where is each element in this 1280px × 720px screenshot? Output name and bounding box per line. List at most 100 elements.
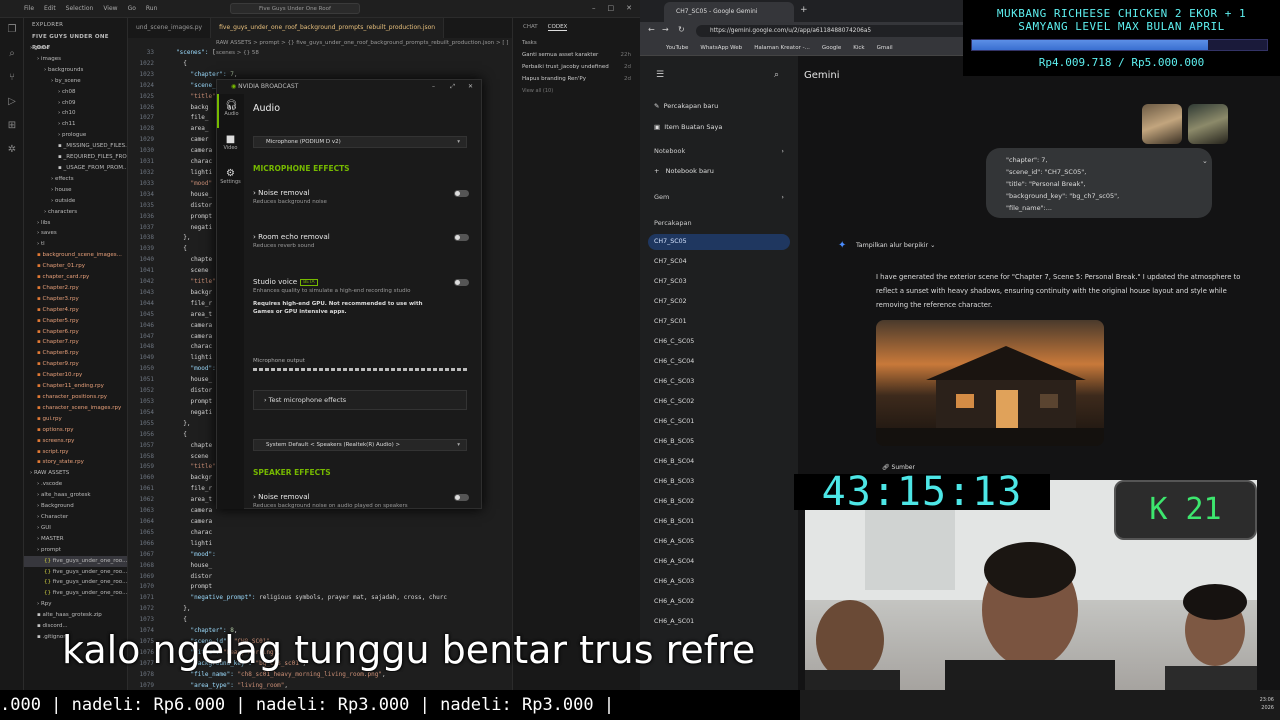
file-tree-item[interactable]: › images: [24, 54, 127, 65]
file-tree-item[interactable]: › saves: [24, 228, 127, 239]
file-tree-item[interactable]: ▪ Chapter10.rpy: [24, 370, 127, 381]
recent-chat-item[interactable]: CH7_SC02: [654, 298, 687, 305]
extensions-icon[interactable]: ⊞: [0, 114, 24, 138]
file-tree-item[interactable]: ▪ _USAGE_FROM_PROM...: [24, 163, 127, 174]
attached-image-thumb[interactable]: [1142, 104, 1182, 144]
close-icon[interactable]: ✕: [468, 80, 473, 94]
expand-icon[interactable]: ⌄: [1202, 157, 1208, 165]
recent-chat-item[interactable]: CH6_A_SC03: [654, 578, 694, 585]
bookmark[interactable]: WhatsApp Web: [700, 40, 742, 55]
file-tree-item[interactable]: ▪ Chapter_01.rpy: [24, 261, 127, 272]
file-tree-item[interactable]: ▪ character_scene_images.rpy: [24, 403, 127, 414]
recent-chat-item[interactable]: CH6_A_SC05: [654, 538, 694, 545]
back-icon[interactable]: ←: [648, 25, 655, 34]
maximize-icon[interactable]: □: [608, 4, 615, 12]
file-tree-item[interactable]: {} five_guys_under_one_roo...: [24, 588, 127, 599]
file-tree-item[interactable]: › alte_haas_grotesk: [24, 490, 127, 501]
file-tree-item[interactable]: › house: [24, 185, 127, 196]
file-tree-item[interactable]: ▪ Chapter9.rpy: [24, 359, 127, 370]
file-tree-item[interactable]: ▪ chapter_card.rpy: [24, 272, 127, 283]
recent-chat-item[interactable]: CH6_A_SC02: [654, 598, 694, 605]
recent-chat-item[interactable]: CH6_B_SC02: [654, 498, 694, 505]
tab-scene-images[interactable]: und_scene_images.py: [128, 18, 212, 38]
restore-icon[interactable]: ⤢: [450, 80, 455, 94]
file-tree-item[interactable]: ▪ Chapter3.rpy: [24, 294, 127, 305]
file-tree-item[interactable]: {} five_guys_under_one_roo...: [24, 555, 127, 567]
bookmark[interactable]: Kick: [853, 40, 864, 55]
file-tree-item[interactable]: ▪ Chapter7.rpy: [24, 337, 127, 348]
task-item[interactable]: Perbaiki trust_jacoby undefined 2d: [513, 61, 640, 73]
file-tree-item[interactable]: › GUI: [24, 523, 127, 534]
file-tree-item[interactable]: ▪ Chapter2.rpy: [24, 283, 127, 294]
menu-item[interactable]: File: [24, 5, 34, 12]
ai-icon[interactable]: ✲: [0, 138, 24, 162]
file-tree-item[interactable]: ▪ script.rpy: [24, 447, 127, 458]
file-tree-item[interactable]: › prologue: [24, 130, 127, 141]
menu-icon[interactable]: ☰: [656, 70, 664, 80]
tab-chat[interactable]: CHAT: [523, 24, 538, 31]
source-control-icon[interactable]: ⑂: [0, 66, 24, 90]
bookmark[interactable]: YouTube: [666, 40, 688, 55]
microphone-select[interactable]: Microphone (PODIUM D v2): [253, 136, 467, 148]
file-tree-item[interactable]: ▪ gui.rpy: [24, 414, 127, 425]
room-echo-toggle[interactable]: [454, 234, 469, 241]
file-tree-item[interactable]: › Rpy: [24, 599, 127, 610]
recent-chat-item[interactable]: CH7_SC05: [648, 234, 790, 250]
file-tree-item[interactable]: › outside: [24, 196, 127, 207]
file-tree-item[interactable]: ▪ options.rpy: [24, 425, 127, 436]
recent-chat-item[interactable]: CH6_B_SC04: [654, 458, 694, 465]
file-tree-item[interactable]: › backgrounds: [24, 65, 127, 76]
new-chat-button[interactable]: ✎ Percakapan baru: [654, 102, 718, 110]
file-tree-item[interactable]: {} five_guys_under_one_roo...: [24, 567, 127, 578]
file-tree-item[interactable]: › ch10: [24, 108, 127, 119]
forward-icon[interactable]: →: [662, 25, 669, 34]
nav-video[interactable]: ■ Video: [217, 128, 244, 162]
recent-chat-item[interactable]: CH6_C_SC02: [654, 398, 694, 405]
recent-chat-item[interactable]: CH7_SC04: [654, 258, 687, 265]
notebook-section[interactable]: Notebook ›: [654, 147, 784, 155]
file-tree-item[interactable]: ▪ Chapter5.rpy: [24, 316, 127, 327]
file-tree-item[interactable]: › ch09: [24, 98, 127, 109]
new-tab-icon[interactable]: +: [800, 5, 808, 15]
recent-chat-item[interactable]: CH6_B_SC03: [654, 478, 694, 485]
speaker-select[interactable]: System Default < Speakers (Realtek(R) Au…: [253, 439, 467, 451]
noise-removal-toggle[interactable]: [454, 190, 469, 197]
recent-chat-item[interactable]: CH6_C_SC05: [654, 338, 694, 345]
file-tree-item[interactable]: ▪ Chapter11_ending.rpy: [24, 381, 127, 392]
menu-item[interactable]: Run: [146, 5, 158, 12]
file-tree-item[interactable]: › ch11: [24, 119, 127, 130]
speaker-noise-toggle[interactable]: [454, 494, 469, 501]
bookmark[interactable]: Halaman Kreator -...: [754, 40, 810, 55]
tab-codex[interactable]: CODEX: [547, 24, 568, 31]
new-notebook-button[interactable]: + Notebook baru: [654, 167, 714, 175]
recent-chat-item[interactable]: CH6_A_SC04: [654, 558, 694, 565]
recent-chat-item[interactable]: CH6_A_SC01: [654, 618, 694, 625]
file-tree-item[interactable]: ▪ alte_haas_grotesk.zip: [24, 610, 127, 621]
recent-chat-item[interactable]: CH6_B_SC05: [654, 438, 694, 445]
nav-audio[interactable]: 🎧︎ Audio: [217, 94, 244, 128]
file-tree-item[interactable]: {} five_guys_under_one_roo...: [24, 577, 127, 588]
url-input[interactable]: https://gemini.google.com/u/2/app/a61184…: [696, 25, 986, 37]
menu-item[interactable]: Selection: [66, 5, 94, 12]
file-tree-item[interactable]: › effects: [24, 174, 127, 185]
search-icon[interactable]: ⌕: [0, 42, 24, 66]
run-debug-icon[interactable]: ▷: [0, 90, 24, 114]
bookmark[interactable]: Gmail: [877, 40, 893, 55]
tab-prompts-json[interactable]: five_guys_under_one_roof_background_prom…: [211, 18, 445, 38]
gemini-brand[interactable]: Gemini: [804, 70, 840, 81]
file-tree-item[interactable]: › tl: [24, 239, 127, 250]
file-tree-item[interactable]: › Character: [24, 512, 127, 523]
file-tree-item[interactable]: ▪ Chapter6.rpy: [24, 327, 127, 338]
recent-chat-item[interactable]: CH7_SC01: [654, 318, 687, 325]
recent-chat-item[interactable]: CH6_B_SC01: [654, 518, 694, 525]
view-all-link[interactable]: View all (10): [513, 85, 640, 97]
file-tree-item[interactable]: › .vscode: [24, 479, 127, 490]
command-center-search[interactable]: Five Guys Under One Roof: [230, 3, 360, 14]
recent-chat-item[interactable]: CH6_C_SC01: [654, 418, 694, 425]
file-tree-item[interactable]: ▪ background_scene_images...: [24, 250, 127, 261]
my-items-link[interactable]: ▣ Item Buatan Saya: [654, 123, 722, 131]
recent-chat-item[interactable]: CH6_C_SC04: [654, 358, 694, 365]
nav-settings[interactable]: ⚙ Settings: [217, 162, 244, 196]
tab-gemini[interactable]: CH7_SC05 - Google Gemini: [664, 2, 794, 22]
file-tree-item[interactable]: › MASTER: [24, 534, 127, 545]
